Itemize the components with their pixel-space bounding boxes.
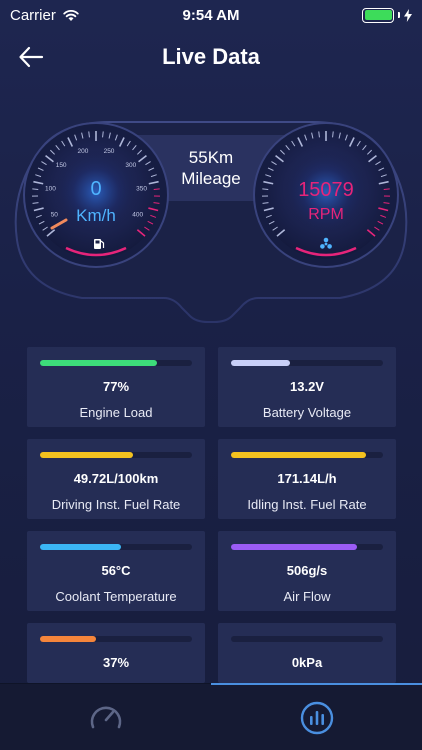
tick-mark <box>102 131 104 138</box>
speed-tick-label: 250 <box>104 148 115 155</box>
card-value: 13.2V <box>290 379 324 394</box>
card-label: Air Flow <box>283 589 331 604</box>
card-value: 56°C <box>101 563 131 578</box>
progress-fill <box>231 544 358 550</box>
card-label: Battery Voltage <box>262 405 352 420</box>
progress-fill <box>40 360 158 366</box>
progress-fill <box>40 452 133 458</box>
progress-fill <box>231 452 367 458</box>
data-card: 56°C Coolant Temperature <box>27 531 205 611</box>
data-card: 171.14L/h Idling Inst. Fuel Rate <box>218 439 396 519</box>
card-value: 49.72L/100km <box>73 471 159 486</box>
battery-icon <box>362 7 394 23</box>
progress-track <box>40 544 192 550</box>
progress-track <box>231 544 383 550</box>
card-label: Idling Inst. Fuel Rate <box>247 497 367 512</box>
tick-mark <box>32 188 39 190</box>
tick-mark <box>383 188 390 190</box>
card-label: Engine Load <box>79 405 153 420</box>
progress-fill <box>231 360 291 366</box>
speed-tick-label: 100 <box>45 186 56 193</box>
mileage-value: 55Km <box>188 148 234 167</box>
rpm-unit: RPM <box>308 206 344 223</box>
progress-track <box>40 452 192 458</box>
battery-tip <box>398 12 400 18</box>
tick-mark <box>318 131 320 138</box>
card-label: Driving Inst. Fuel Rate <box>51 497 181 512</box>
data-card: 49.72L/100km Driving Inst. Fuel Rate <box>27 439 205 519</box>
bar-chart-icon <box>300 701 333 734</box>
data-card: 77% Engine Load <box>27 347 205 427</box>
gauge-icon <box>90 706 121 728</box>
card-value: 0kPa <box>291 655 323 670</box>
nav-bar: Live Data <box>0 30 422 84</box>
speed-value: 0 <box>90 178 102 200</box>
speed-unit: Km/h <box>76 206 116 225</box>
card-value: 77% <box>102 379 130 394</box>
wifi-icon <box>63 9 79 21</box>
progress-track <box>40 360 192 366</box>
speed-tick-label: 150 <box>56 162 67 169</box>
dashboard-cluster: 50 100 150 200 250 300 350 400 0 Km/h 55Km Mile… <box>0 100 422 330</box>
data-card: 506g/s Air Flow <box>218 531 396 611</box>
tab-live-data[interactable] <box>211 684 422 750</box>
tab-bar <box>0 683 422 750</box>
progress-track <box>231 452 383 458</box>
mileage-label: Mileage <box>181 169 241 188</box>
speed-tick-label: 300 <box>125 162 136 169</box>
card-value: 506g/s <box>286 563 328 578</box>
status-right <box>362 7 412 23</box>
status-bar: Carrier 9:54 AM <box>0 0 422 30</box>
progress-track <box>231 360 383 366</box>
status-left: Carrier <box>10 7 80 24</box>
carrier-label: Carrier <box>10 6 56 24</box>
page-title: Live Data <box>162 44 260 69</box>
charging-icon <box>404 8 412 22</box>
tick-mark <box>88 131 90 138</box>
rpm-value: 15079 <box>298 179 354 201</box>
card-value: 37% <box>102 655 130 670</box>
data-card: 37% <box>27 623 205 683</box>
card-value: 171.14L/h <box>277 471 337 486</box>
speed-tick-label: 200 <box>78 148 89 155</box>
data-card: 0kPa <box>218 623 396 683</box>
progress-fill <box>40 636 97 642</box>
tick-mark <box>332 131 334 138</box>
data-card: 13.2V Battery Voltage <box>218 347 396 427</box>
speed-tick-label: 350 <box>136 186 147 193</box>
progress-fill <box>40 544 121 550</box>
tab-gauge[interactable] <box>0 684 211 750</box>
progress-track <box>231 636 383 642</box>
progress-track <box>40 636 192 642</box>
card-label: Coolant Temperature <box>55 589 177 604</box>
